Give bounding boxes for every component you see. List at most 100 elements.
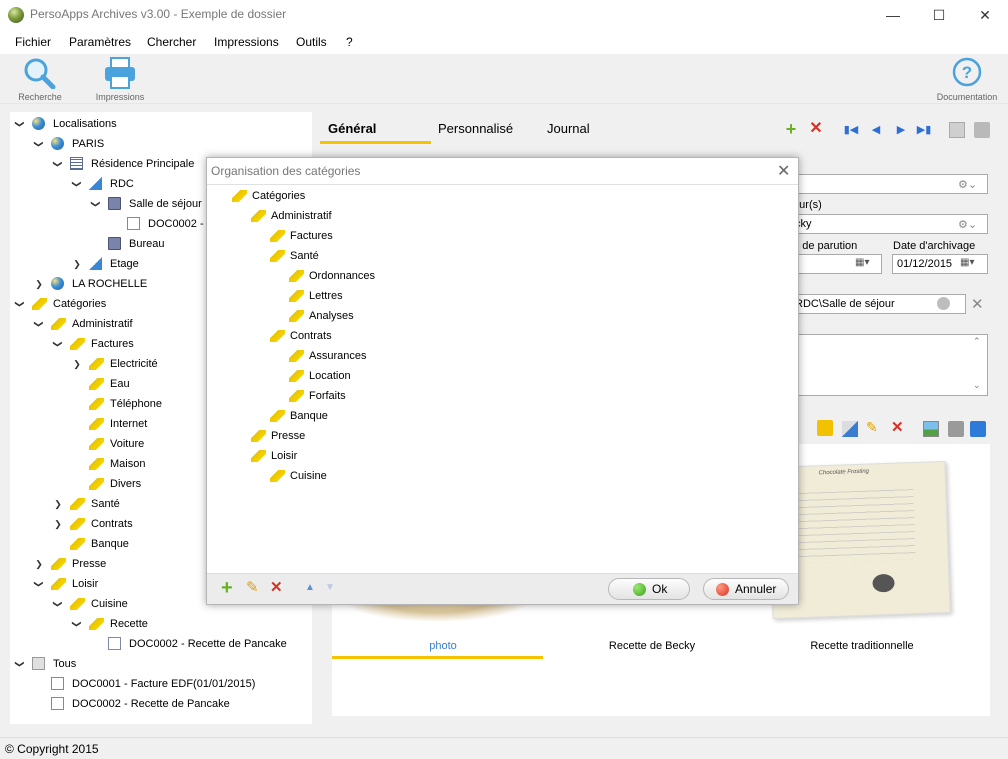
archive-calendar-icon[interactable]: ▦▾ bbox=[960, 257, 974, 268]
move-down-icon[interactable]: ▼ bbox=[325, 582, 335, 593]
recipe-card-handwriting bbox=[793, 485, 916, 564]
collapse-toggle-icon[interactable]: ❯ bbox=[10, 299, 30, 309]
dialog-category-label: Contrats bbox=[290, 330, 332, 342]
edit-attachment-icon[interactable]: ✎ bbox=[866, 419, 882, 435]
collapse-toggle-icon[interactable]: ❯ bbox=[86, 199, 106, 209]
print-toolbar-button[interactable]: Impressions bbox=[80, 55, 160, 103]
save-icon[interactable] bbox=[949, 122, 965, 138]
delete-icon[interactable]: ✕ bbox=[808, 121, 824, 137]
active-thumbnail-indicator bbox=[332, 656, 543, 659]
close-window-button[interactable]: ✕ bbox=[962, 0, 1008, 30]
last-record-icon[interactable]: ▶▮ bbox=[916, 122, 932, 138]
expand-toggle-icon[interactable]: ❯ bbox=[34, 274, 44, 294]
clear-location-icon[interactable]: ✕ bbox=[971, 295, 984, 313]
print-record-icon[interactable] bbox=[974, 122, 990, 138]
collapse-toggle-icon[interactable]: ❯ bbox=[10, 119, 30, 129]
menu-fichier[interactable]: Fichier bbox=[15, 35, 51, 49]
collapse-toggle-icon[interactable]: ❯ bbox=[67, 179, 87, 189]
add-icon[interactable]: + bbox=[783, 120, 799, 138]
tree-item-label: Eau bbox=[110, 378, 130, 390]
menu-impressions[interactable]: Impressions bbox=[214, 35, 279, 49]
author-field-gear-icon[interactable]: ⚙⌄ bbox=[958, 218, 977, 231]
delete-attachment-icon[interactable]: ✕ bbox=[891, 420, 907, 436]
next-record-icon[interactable]: ▶ bbox=[893, 122, 909, 138]
window-title: PersoApps Archives v3.00 - Exemple de do… bbox=[30, 7, 287, 21]
menu-outils[interactable]: Outils bbox=[296, 35, 327, 49]
collapse-toggle-icon[interactable]: ❯ bbox=[29, 579, 49, 589]
tab-journal[interactable]: Journal bbox=[547, 121, 590, 136]
expand-toggle-icon[interactable]: ❯ bbox=[53, 494, 63, 514]
notes-scroll-down-icon[interactable]: ⌄ bbox=[973, 380, 981, 391]
collapse-toggle-icon[interactable]: ❯ bbox=[48, 339, 68, 349]
collapse-toggle-icon[interactable]: ❯ bbox=[10, 659, 30, 669]
expand-toggle-icon[interactable]: ❯ bbox=[72, 254, 82, 274]
app-logo-icon bbox=[8, 7, 24, 23]
image-icon[interactable] bbox=[923, 421, 939, 437]
thumbnail-caption-traditionnelle[interactable]: Recette traditionnelle bbox=[757, 640, 967, 652]
thumbnail-caption-becky[interactable]: Recette de Becky bbox=[547, 640, 757, 652]
category-organizer-dialog: Organisation des catégories ✕ Catégories… bbox=[206, 157, 799, 605]
document-icon bbox=[108, 637, 121, 650]
move-up-icon[interactable]: ▲ bbox=[305, 582, 315, 593]
category-icon bbox=[51, 318, 66, 330]
all-documents-icon bbox=[32, 657, 45, 670]
tree-item-label: Loisir bbox=[72, 578, 99, 590]
tab-personnalise[interactable]: Personnalisé bbox=[438, 121, 513, 136]
category-icon bbox=[89, 438, 104, 450]
notes-field[interactable] bbox=[790, 334, 988, 396]
cancel-icon bbox=[716, 583, 729, 596]
expand-toggle-icon[interactable]: ❯ bbox=[53, 514, 63, 534]
tree-item-label: Voiture bbox=[110, 438, 145, 450]
category-icon bbox=[89, 458, 104, 470]
save-attachment-icon[interactable] bbox=[970, 421, 986, 437]
category-icon bbox=[70, 498, 85, 510]
help-icon: ? bbox=[952, 57, 982, 87]
print-attachment-icon[interactable] bbox=[948, 421, 964, 437]
category-icon bbox=[51, 558, 66, 570]
menu-help[interactable]: ? bbox=[346, 35, 353, 49]
first-record-icon[interactable]: ▮◀ bbox=[843, 122, 859, 138]
tab-general[interactable]: Général bbox=[328, 121, 376, 136]
status-bar bbox=[0, 737, 1008, 759]
notes-scroll-up-icon[interactable]: ⌃ bbox=[973, 336, 981, 347]
scan-icon[interactable] bbox=[842, 421, 858, 437]
menu-parametres[interactable]: Paramètres bbox=[69, 35, 131, 49]
minimize-button[interactable]: — bbox=[870, 0, 916, 30]
dialog-title-divider bbox=[207, 184, 798, 185]
collapse-toggle-icon[interactable]: ❯ bbox=[48, 599, 68, 609]
dialog-category-label: Presse bbox=[271, 430, 306, 442]
expand-toggle-icon[interactable]: ❯ bbox=[34, 554, 44, 574]
category-icon bbox=[270, 230, 285, 242]
collapse-toggle-icon[interactable]: ❯ bbox=[48, 159, 68, 169]
parution-calendar-icon[interactable]: ▦▾ bbox=[855, 257, 869, 268]
stairs-icon bbox=[89, 177, 102, 190]
dialog-delete-icon[interactable]: ✕ bbox=[270, 579, 283, 597]
collapse-toggle-icon[interactable]: ❯ bbox=[29, 319, 49, 329]
dialog-edit-icon[interactable]: ✎ bbox=[246, 579, 259, 597]
previous-record-icon[interactable]: ◀ bbox=[868, 122, 884, 138]
category-icon bbox=[89, 478, 104, 490]
menu-chercher[interactable]: Chercher bbox=[147, 35, 196, 49]
tree-item-label: DOC0002 - Recette de Pancake bbox=[72, 698, 230, 710]
tree-item-label: PARIS bbox=[72, 138, 105, 150]
dialog-close-icon[interactable]: ✕ bbox=[777, 161, 790, 181]
documentation-toolbar-button[interactable]: ? Documentation bbox=[927, 55, 1007, 103]
thumbnail-caption-photo[interactable]: photo bbox=[338, 640, 548, 652]
add-attachment-icon[interactable] bbox=[817, 420, 833, 436]
ok-button[interactable]: Ok bbox=[608, 578, 690, 600]
dialog-title: Organisation des catégories bbox=[211, 164, 361, 178]
tree-item-label: Factures bbox=[91, 338, 134, 350]
svg-text:?: ? bbox=[962, 63, 972, 82]
tree-item-label: Salle de séjour bbox=[129, 198, 202, 210]
tree-item-label: DOC0002 - R bbox=[148, 218, 215, 230]
location-picker-icon[interactable] bbox=[937, 297, 950, 310]
maximize-button[interactable]: ☐ bbox=[916, 0, 962, 30]
expand-toggle-icon[interactable]: ❯ bbox=[72, 354, 82, 374]
dialog-add-icon[interactable]: + bbox=[221, 578, 233, 598]
search-toolbar-button[interactable]: Recherche bbox=[0, 55, 80, 103]
collapse-toggle-icon[interactable]: ❯ bbox=[67, 619, 87, 629]
title-field-gear-icon[interactable]: ⚙⌄ bbox=[958, 178, 977, 191]
tree-item-label: Santé bbox=[91, 498, 120, 510]
cancel-button[interactable]: Annuler bbox=[703, 578, 789, 600]
collapse-toggle-icon[interactable]: ❯ bbox=[29, 139, 49, 149]
